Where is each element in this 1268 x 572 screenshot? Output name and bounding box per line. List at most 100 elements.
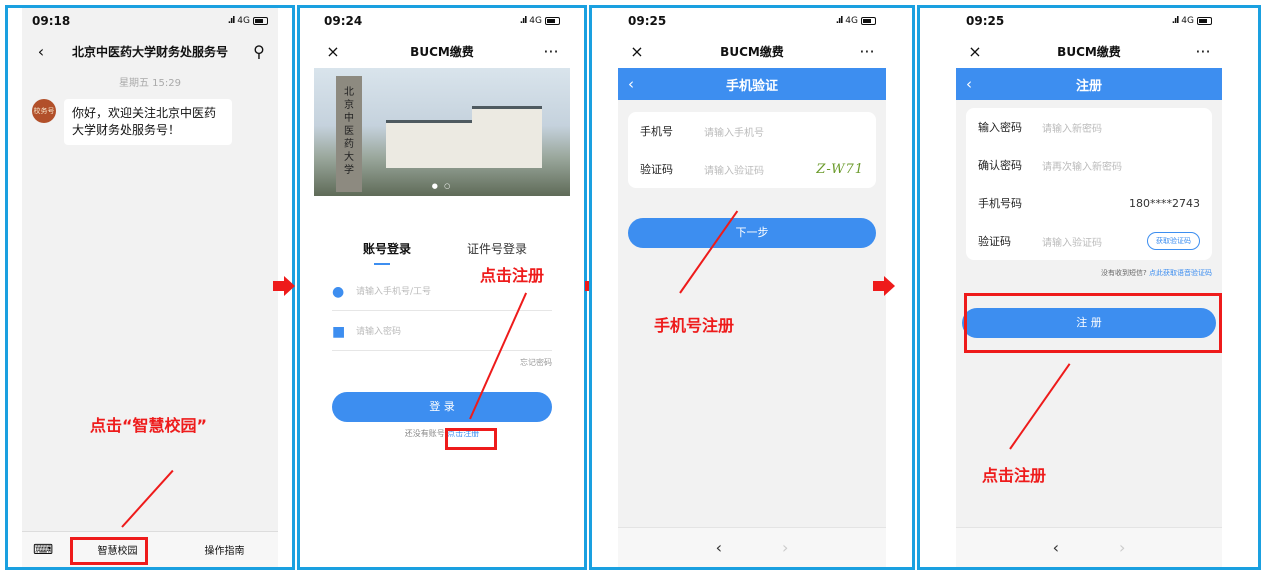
next-step-arrow-icon	[273, 276, 295, 296]
password-input[interactable]: 请输入新密码	[1042, 120, 1200, 135]
page-title: 手机验证	[725, 78, 778, 94]
carousel-dots: ● ○	[431, 182, 453, 190]
hint-text: 没有收到短信?	[1101, 269, 1147, 277]
service-menu-bar: ⌨ 智慧校园 操作指南	[22, 531, 278, 567]
phone-row: 手机号码 180****2743	[978, 184, 1200, 222]
avatar[interactable]: 校务号	[32, 99, 56, 123]
tab-account-login[interactable]: 账号登录	[332, 240, 442, 257]
browser-nav: ‹ ›	[956, 527, 1222, 567]
signal-icon: .ıl	[1171, 16, 1180, 26]
phone-value: 180****2743	[1129, 196, 1200, 210]
nav-back-icon[interactable]: ‹	[716, 538, 722, 557]
more-icon[interactable]: ···	[1194, 42, 1212, 61]
chevron-left-icon[interactable]: ‹	[628, 75, 634, 93]
code-label: 验证码	[640, 163, 673, 176]
clock: 09:25	[966, 14, 1005, 28]
building-shape	[386, 120, 478, 168]
sms-hint: 没有收到短信? 点此获取语音验证码	[966, 268, 1212, 278]
message-bubble: 你好，欢迎关注北京中医药大学财务处服务号！	[64, 99, 232, 145]
clock: 09:18	[32, 14, 71, 28]
highlight-smart-campus	[70, 537, 148, 565]
code-input[interactable]: 请输入验证码	[704, 162, 816, 177]
status-bar: 09:24 .ıl 4G	[314, 8, 570, 34]
app-title: BUCM缴费	[1057, 44, 1121, 59]
app-header: × BUCM缴费 ···	[618, 34, 886, 68]
voice-code-link[interactable]: 点此获取语音验证码	[1149, 269, 1212, 277]
close-icon[interactable]: ×	[628, 42, 646, 61]
gate-pillar: 北京中医药大学	[336, 76, 362, 192]
lock-icon: ■	[332, 323, 346, 340]
phone-input[interactable]: 请输入手机号	[704, 124, 864, 139]
step3-panel: 09:25 .ıl 4G × BUCM缴费 ··· ‹ 手机验证 手机号 请输入手…	[589, 5, 915, 570]
tutorial-stage: 09:18 .ıl 4G ‹ 北京中医药大学财务处服务号 ⚲ 星期五 15:29 …	[0, 0, 1268, 572]
highlight-register-button	[964, 293, 1222, 353]
app-title: BUCM缴费	[720, 44, 784, 59]
battery-icon	[861, 17, 876, 25]
nav-back-icon[interactable]: ‹	[1053, 538, 1059, 557]
phone-screen: 09:24 .ıl 4G × BUCM缴费 ··· 北京中医药大学 ● ○ 账号登…	[314, 8, 570, 567]
status-icons: .ıl 4G	[1172, 16, 1212, 26]
tab-id-login[interactable]: 证件号登录	[442, 240, 552, 257]
password-field[interactable]: ■ 请输入密码	[332, 311, 552, 351]
annotation-step3: 手机号注册	[654, 316, 735, 335]
step4-panel: 09:25 .ıl 4G × BUCM缴费 ··· ‹ 注册 输入密码 请输入新密…	[917, 5, 1261, 570]
browser-nav: ‹ ›	[618, 527, 886, 567]
phone-label: 手机号码	[978, 197, 1022, 210]
step1-panel: 09:18 .ıl 4G ‹ 北京中医药大学财务处服务号 ⚲ 星期五 15:29 …	[5, 5, 295, 570]
close-icon[interactable]: ×	[324, 42, 342, 61]
step2-panel: 09:24 .ıl 4G × BUCM缴费 ··· 北京中医药大学 ● ○ 账号登…	[297, 5, 587, 570]
next-button[interactable]: 下一步	[628, 218, 876, 248]
password-row: 输入密码 请输入新密码	[978, 108, 1200, 146]
captcha-image[interactable]: Z-W71	[816, 162, 864, 177]
confirm-label: 确认密码	[978, 159, 1022, 172]
menu-guide[interactable]: 操作指南	[171, 542, 278, 557]
confirm-row: 确认密码 请再次输入新密码	[978, 146, 1200, 184]
status-bar: 09:25 .ıl 4G	[956, 8, 1222, 34]
highlight-register-link	[445, 428, 497, 450]
annotation-step1: 点击“智慧校园”	[90, 416, 208, 435]
page-header: ‹ 手机验证	[618, 68, 886, 100]
phone-placeholder: 请输入手机号/工号	[356, 287, 432, 297]
annotation-step2: 点击注册	[480, 266, 545, 285]
chevron-left-icon[interactable]: ‹	[32, 42, 50, 61]
next-step-arrow-icon	[873, 276, 895, 296]
nav-forward-icon[interactable]: ›	[782, 538, 788, 557]
close-icon[interactable]: ×	[966, 42, 984, 61]
keyboard-icon[interactable]: ⌨	[22, 542, 64, 558]
get-code-button[interactable]: 获取验证码	[1147, 232, 1200, 250]
no-account-text: 还没有账号	[404, 429, 445, 438]
nav-forward-icon[interactable]: ›	[1119, 538, 1125, 557]
app-header: × BUCM缴费 ···	[314, 34, 570, 68]
clock: 09:25	[628, 14, 667, 28]
app-title: BUCM缴费	[410, 44, 474, 59]
status-bar: 09:25 .ıl 4G	[618, 8, 886, 34]
confirm-input[interactable]: 请再次输入新密码	[1042, 158, 1200, 173]
phone-label: 手机号	[640, 125, 673, 138]
user-profile-icon[interactable]: ⚲	[250, 42, 268, 61]
status-icons: .ıl 4G	[836, 16, 876, 26]
login-button[interactable]: 登 录	[332, 392, 552, 422]
network-label: 4G	[529, 16, 542, 26]
register-line: 还没有账号 点击注册	[332, 428, 552, 439]
network-label: 4G	[845, 16, 858, 26]
code-label: 验证码	[978, 235, 1011, 248]
phone-screen: 09:25 .ıl 4G × BUCM缴费 ··· ‹ 手机验证 手机号 请输入手…	[618, 8, 886, 567]
network-label: 4G	[237, 16, 250, 26]
signal-icon: .ıl	[835, 16, 844, 26]
gate-inscription: 北京中医药大学	[344, 87, 354, 176]
user-icon: ●	[332, 283, 345, 300]
battery-icon	[1197, 17, 1212, 25]
message-date: 星期五 15:29	[119, 78, 181, 89]
register-form: 输入密码 请输入新密码 确认密码 请再次输入新密码 手机号码 180****27…	[966, 108, 1212, 260]
battery-icon	[545, 17, 560, 25]
page-title: 注册	[1075, 78, 1102, 94]
verify-form: 手机号 请输入手机号 验证码 请输入验证码 Z-W71	[628, 112, 876, 188]
clock: 09:24	[324, 14, 363, 28]
more-icon[interactable]: ···	[858, 42, 876, 61]
code-input[interactable]: 请输入验证码	[1042, 234, 1147, 249]
chevron-left-icon[interactable]: ‹	[966, 75, 972, 93]
network-label: 4G	[1181, 16, 1194, 26]
more-icon[interactable]: ···	[542, 42, 560, 61]
forgot-password-link[interactable]: 忘记密码	[332, 357, 552, 368]
campus-photo: 北京中医药大学 ● ○	[314, 68, 570, 196]
